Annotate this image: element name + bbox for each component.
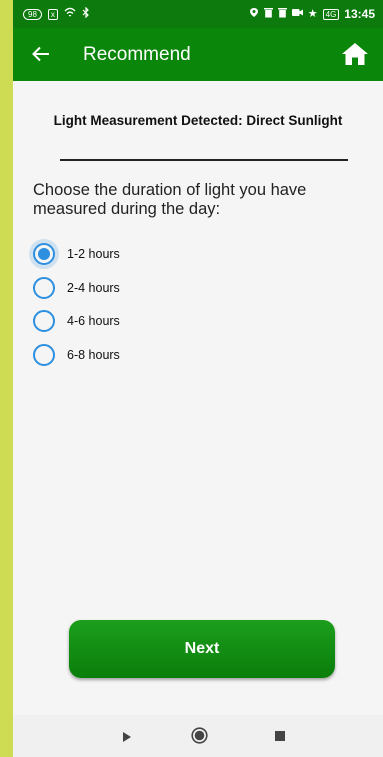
option-label: 4-6 hours (67, 314, 120, 328)
location-icon (249, 7, 259, 21)
phone-screen: 98 x ★ 4G 13:45 Recommend Light Measurem… (13, 0, 383, 757)
nav-home-icon[interactable] (191, 727, 208, 744)
status-bar: 98 x ★ 4G 13:45 (13, 0, 383, 28)
divider (60, 159, 348, 161)
signal-icon: 4G (322, 8, 340, 20)
duration-options: 1-2 hours 2-4 hours 4-6 hours 6-8 hours (33, 241, 120, 375)
battery-saver-icon: 98 (23, 8, 42, 20)
option-label: 2-4 hours (67, 280, 120, 295)
nav-back-icon[interactable] (121, 730, 133, 742)
option-2-4-hours[interactable]: 2-4 hours (33, 275, 120, 301)
bluetooth-icon (82, 6, 90, 21)
option-label: 6-8 hours (67, 347, 120, 362)
delete-icon (263, 7, 273, 21)
nav-recent-icon[interactable] (275, 731, 285, 741)
page-title: Recommend (83, 44, 191, 65)
status-left-icons: 98 x (23, 6, 90, 21)
radio-button[interactable] (33, 276, 55, 299)
radio-button-checked[interactable] (33, 243, 55, 265)
light-measurement-headline: Light Measurement Detected: Direct Sunli… (53, 113, 343, 128)
back-arrow-icon[interactable] (29, 42, 53, 66)
status-right-icons: ★ 4G 13:45 (249, 7, 375, 21)
option-4-6-hours[interactable]: 4-6 hours (33, 308, 120, 334)
wifi-icon (64, 7, 76, 21)
option-1-2-hours[interactable]: 1-2 hours (33, 241, 120, 267)
duration-question: Choose the duration of light you have me… (33, 181, 307, 218)
notification-box-icon: x (47, 8, 58, 20)
option-6-8-hours[interactable]: 6-8 hours (33, 342, 120, 368)
status-time: 13:45 (344, 7, 375, 21)
next-button[interactable]: Next (69, 620, 335, 678)
radio-button[interactable] (33, 310, 55, 332)
option-label: 1-2 hours (67, 247, 120, 261)
delete-icon (277, 7, 287, 21)
app-bar: Recommend (13, 28, 383, 81)
home-icon[interactable] (341, 41, 369, 67)
camera-icon (291, 8, 303, 20)
star-icon: ★ (307, 8, 318, 20)
radio-button[interactable] (33, 343, 55, 366)
system-nav-bar (13, 715, 383, 757)
